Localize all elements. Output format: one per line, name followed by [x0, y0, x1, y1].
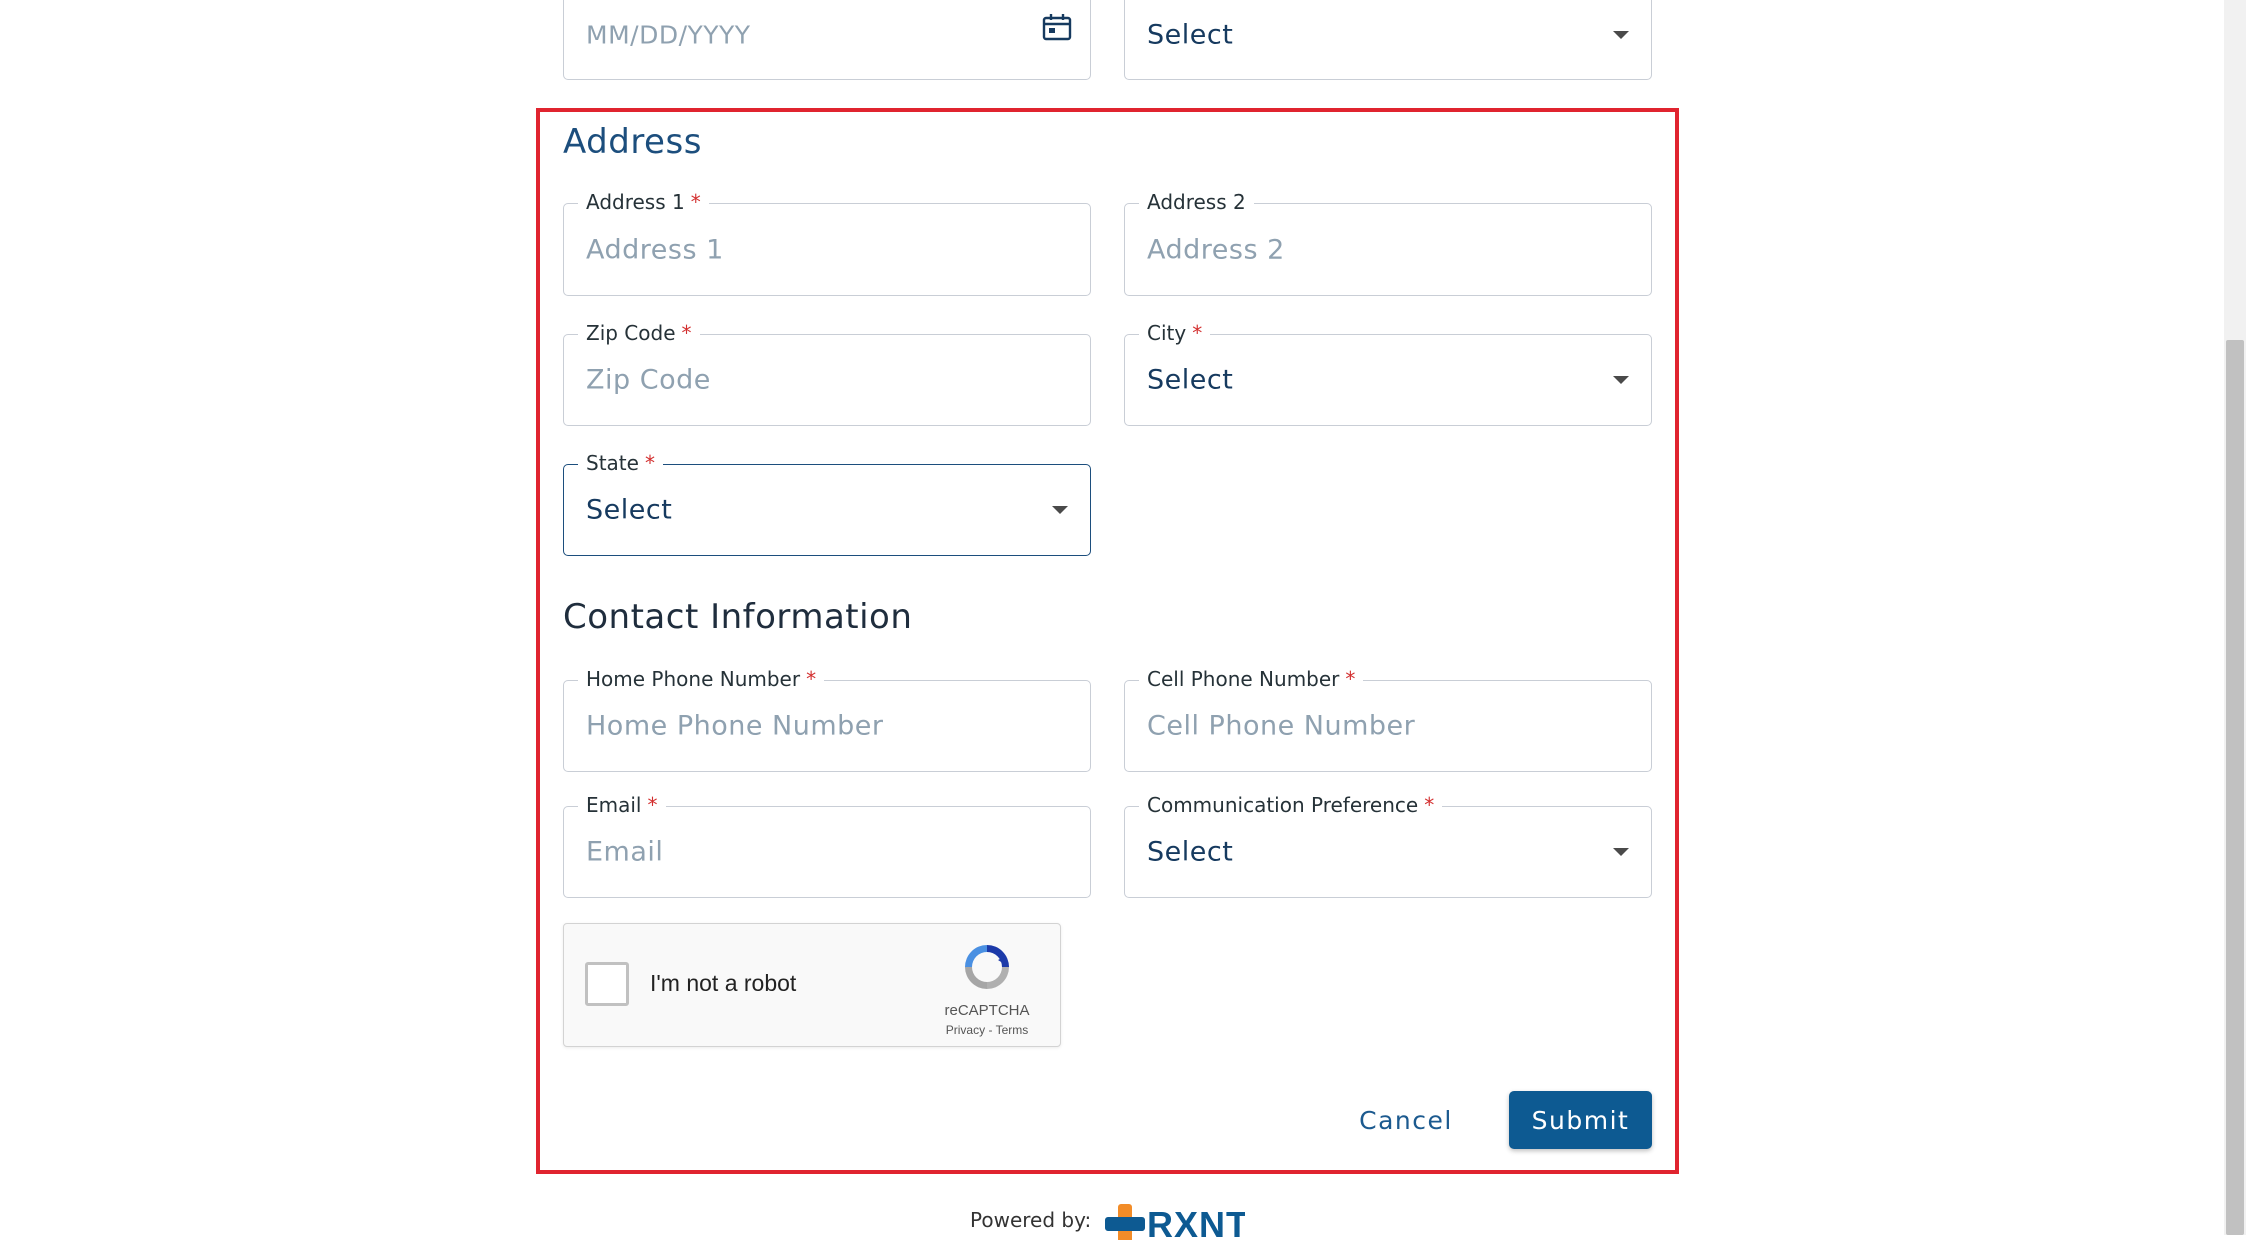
recaptcha-checkbox[interactable]	[585, 962, 629, 1006]
zip-code-label: Zip Code *	[578, 321, 700, 345]
recaptcha-logo-icon	[960, 945, 1014, 998]
date-field[interactable]: MM/DD/YYYY	[563, 0, 1091, 80]
submit-button[interactable]: Submit	[1509, 1091, 1652, 1149]
cancel-button[interactable]: Cancel	[1348, 1094, 1464, 1146]
recaptcha-terms-link[interactable]: Terms	[996, 1023, 1029, 1037]
calendar-icon[interactable]	[1042, 13, 1072, 45]
address2-field[interactable]: Address 2 Address 2	[1124, 190, 1652, 296]
date-input[interactable]: MM/DD/YYYY	[586, 21, 751, 50]
address1-field[interactable]: Address 1 * Address 1	[563, 190, 1091, 296]
address1-label: Address 1 *	[578, 190, 709, 214]
state-label: State *	[578, 451, 663, 475]
communication-preference-select[interactable]: Communication Preference * Select	[1124, 793, 1652, 898]
recaptcha-widget: I'm not a robot reCAPTCHA Privacy - Term…	[563, 923, 1061, 1047]
recaptcha-brand: reCAPTCHA Privacy - Terms	[932, 940, 1042, 1037]
email-field[interactable]: Email * Email	[563, 793, 1091, 898]
powered-by-label: Powered by:	[970, 1208, 1092, 1232]
address1-input[interactable]: Address 1	[586, 234, 724, 265]
zip-code-field[interactable]: Zip Code * Zip Code	[563, 321, 1091, 426]
recaptcha-brand-name: reCAPTCHA	[944, 1002, 1030, 1019]
scrollbar-thumb[interactable]	[2226, 340, 2244, 1235]
address-section-title: Address	[563, 122, 702, 162]
email-label: Email *	[578, 793, 666, 817]
recaptcha-privacy-link[interactable]: Privacy	[946, 1023, 985, 1037]
cell-phone-label: Cell Phone Number *	[1139, 667, 1364, 691]
home-phone-label: Home Phone Number *	[578, 667, 825, 691]
address2-label: Address 2	[1139, 190, 1254, 214]
contact-section-title: Contact Information	[563, 597, 913, 637]
city-value: Select	[1147, 364, 1234, 396]
communication-preference-label: Communication Preference *	[1139, 793, 1443, 817]
city-label: City *	[1139, 321, 1211, 345]
communication-preference-value: Select	[1147, 836, 1234, 868]
home-phone-input[interactable]: Home Phone Number	[586, 711, 884, 742]
chevron-down-icon	[1613, 848, 1629, 856]
chevron-down-icon	[1613, 31, 1629, 39]
address2-input[interactable]: Address 2	[1147, 234, 1285, 265]
state-value: Select	[586, 494, 673, 526]
top-select-field[interactable]: Select	[1124, 0, 1652, 80]
chevron-down-icon	[1052, 506, 1068, 514]
chevron-down-icon	[1613, 376, 1629, 384]
cell-phone-input[interactable]: Cell Phone Number	[1147, 711, 1415, 742]
top-select-value: Select	[1147, 19, 1234, 51]
zip-code-input[interactable]: Zip Code	[586, 365, 711, 396]
city-select[interactable]: City * Select	[1124, 321, 1652, 426]
recaptcha-link-separator: -	[985, 1023, 996, 1037]
state-select[interactable]: State * Select	[563, 451, 1091, 556]
home-phone-field[interactable]: Home Phone Number * Home Phone Number	[563, 667, 1091, 772]
email-input[interactable]: Email	[586, 837, 663, 868]
rxnt-logo: RXNT	[1105, 1200, 1245, 1240]
recaptcha-label: I'm not a robot	[650, 970, 797, 996]
cell-phone-field[interactable]: Cell Phone Number * Cell Phone Number	[1124, 667, 1652, 772]
